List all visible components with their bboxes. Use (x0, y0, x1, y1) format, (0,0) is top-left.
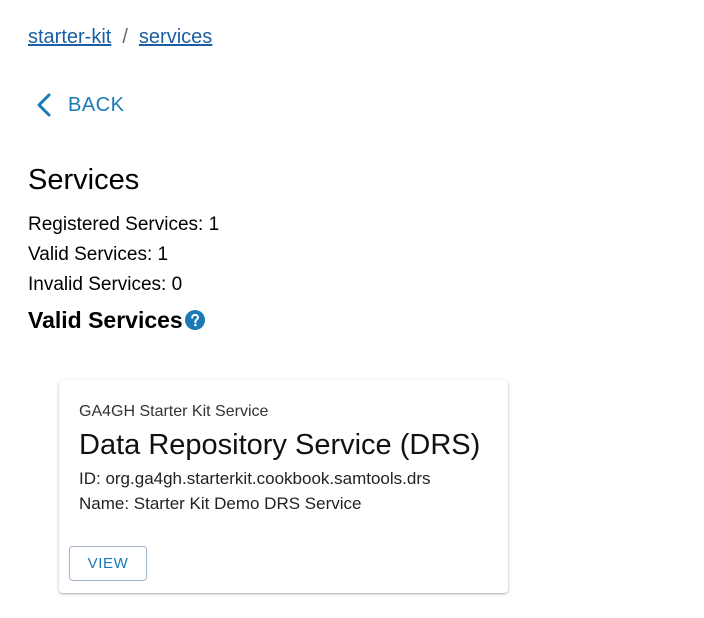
breadcrumb-separator: / (122, 26, 128, 48)
valid-services-count: Valid Services: 1 (28, 244, 169, 265)
service-stats: Registered Services: 1 Valid Services: 1… (28, 212, 219, 302)
back-button-label: BACK (68, 93, 125, 116)
service-card: GA4GH Starter Kit Service Data Repositor… (59, 380, 508, 593)
section-title-text: Valid Services (28, 307, 183, 333)
page-title: Services (28, 164, 140, 196)
service-card-name: Name: Starter Kit Demo DRS Service (79, 494, 362, 513)
service-card-id: ID: org.ga4gh.starterkit.cookbook.samtoo… (79, 469, 431, 488)
view-button[interactable]: VIEW (69, 546, 147, 581)
invalid-services-count: Invalid Services: 0 (28, 274, 183, 295)
service-card-title: Data Repository Service (DRS) (79, 429, 481, 461)
breadcrumb-link-starter-kit[interactable]: starter-kit (28, 24, 111, 50)
back-button[interactable]: BACK (34, 88, 124, 122)
section-title: Valid Services (28, 304, 205, 336)
breadcrumb: starter-kit / services (28, 24, 212, 50)
help-circle-icon[interactable] (184, 306, 205, 330)
breadcrumb-link-services[interactable]: services (139, 24, 212, 50)
service-card-overline: GA4GH Starter Kit Service (79, 403, 269, 420)
chevron-left-icon (37, 93, 51, 117)
registered-services-count: Registered Services: 1 (28, 214, 220, 235)
